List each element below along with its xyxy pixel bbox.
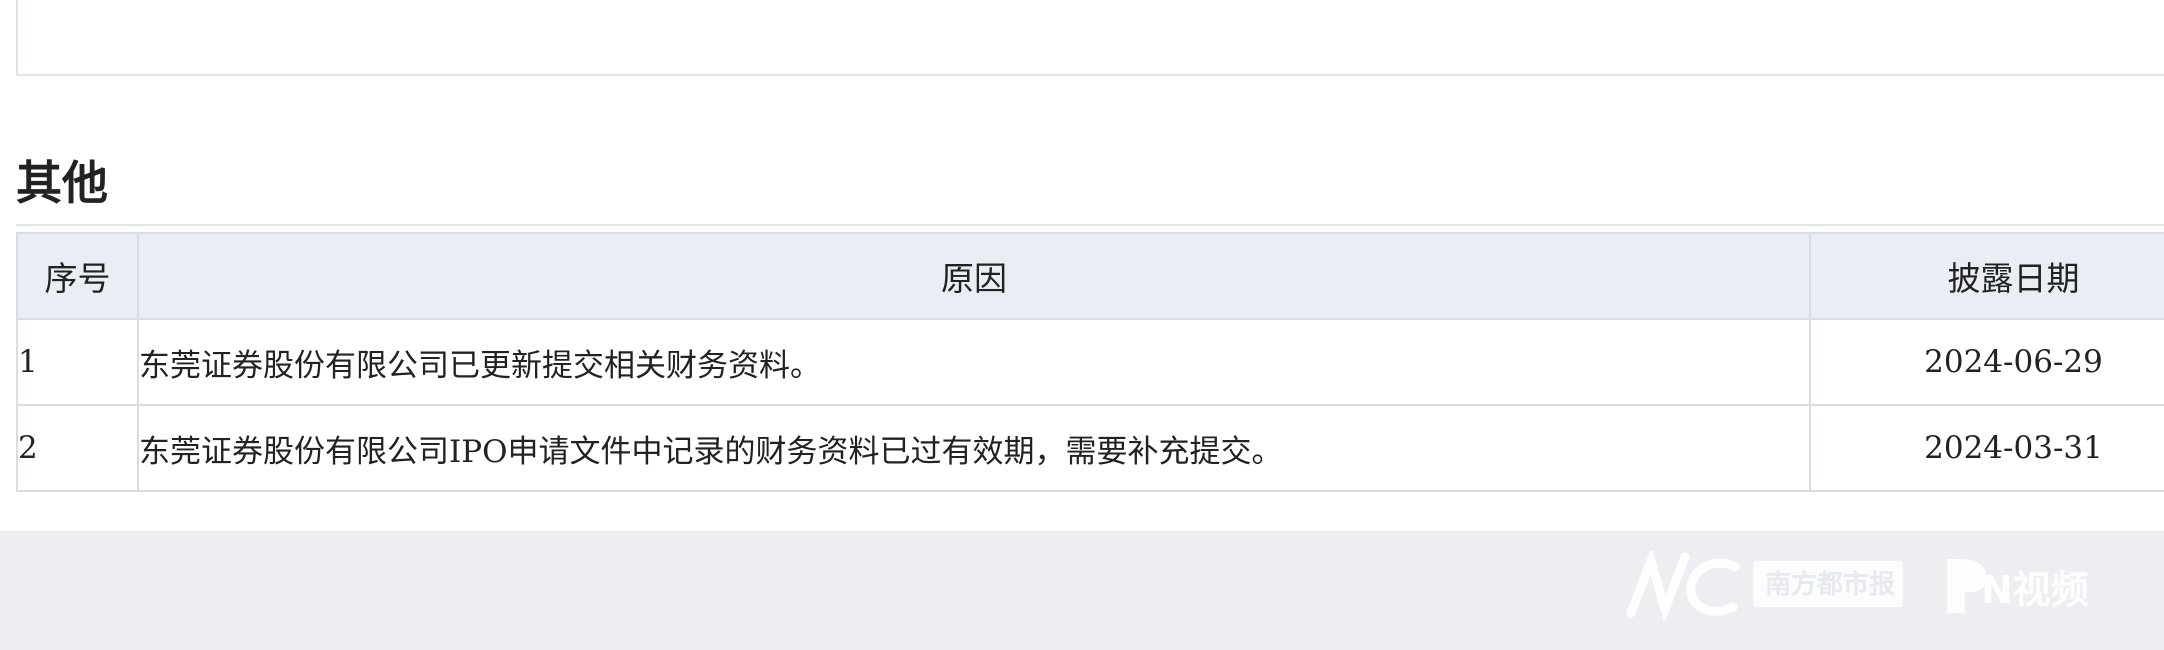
nc-brand-icon (1626, 551, 1740, 621)
section-divider (16, 224, 2164, 226)
row-index: 1 (16, 318, 139, 406)
table-row: 1 东莞证券股份有限公司已更新提交相关财务资料。 2024-06-29 (16, 318, 2164, 406)
row-reason: 东莞证券股份有限公司已更新提交相关财务资料。 (137, 318, 1811, 406)
previous-section-panel (16, 0, 2164, 76)
table-header-row: 序号 原因 披露日期 (16, 232, 2164, 320)
row-date: 2024-03-31 (1809, 404, 2164, 492)
video-watermark-text: N视频 (1981, 568, 2089, 612)
table-row: 2 东莞证券股份有限公司IPO申请文件中记录的财务资料已过有效期，需要补充提交。… (16, 404, 2164, 492)
column-header-reason: 原因 (137, 232, 1811, 320)
column-header-index: 序号 (16, 232, 139, 320)
watermark-logo: 南方都市报 N视频 (1626, 551, 2089, 621)
newspaper-watermark-text: 南方都市报 (1765, 569, 1895, 600)
row-index: 2 (16, 404, 139, 492)
records-table: 序号 原因 披露日期 1 东莞证券股份有限公司已更新提交相关财务资料。 2024… (16, 232, 2164, 492)
row-reason: 东莞证券股份有限公司IPO申请文件中记录的财务资料已过有效期，需要补充提交。 (137, 404, 1811, 492)
column-header-date: 披露日期 (1809, 232, 2164, 320)
row-date: 2024-06-29 (1809, 318, 2164, 406)
page: 其他 序号 原因 披露日期 1 东莞证券股份有限公司已更新提交相关财务资料。 2… (0, 0, 2164, 650)
footer-bar: 南方都市报 N视频 (0, 531, 2164, 650)
section-title: 其他 (16, 156, 108, 210)
